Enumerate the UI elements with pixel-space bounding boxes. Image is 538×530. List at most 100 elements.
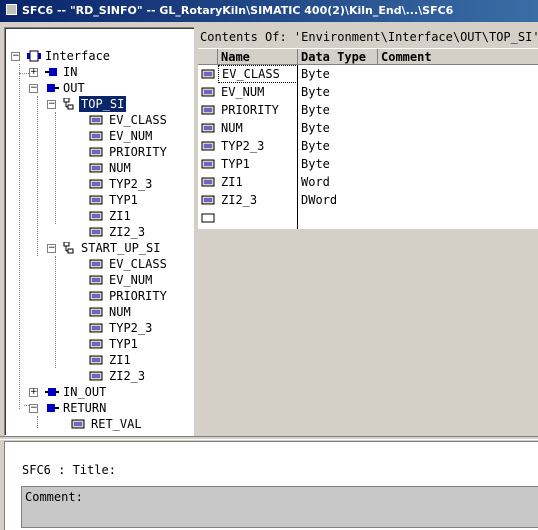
tree-item-label: PRIORITY [109, 145, 167, 159]
expand-icon[interactable]: + [29, 68, 38, 77]
tree-item-label: Interface [45, 49, 111, 63]
contents-path: Contents Of: 'Environment\Interface\OUT\… [200, 30, 538, 44]
struct-icon [63, 98, 74, 110]
variable-icon [89, 291, 103, 301]
tree-item-label: TYP2_3 [109, 321, 153, 335]
cell-data-type[interactable]: DWord [298, 191, 378, 209]
tree-item-label: RET_VAL [91, 417, 142, 431]
collapse-icon[interactable]: − [11, 52, 20, 61]
variable-icon [89, 195, 103, 205]
tree-item-label: TOP_SI [79, 96, 127, 112]
cell-name[interactable]: EV_NUM [218, 83, 298, 101]
tree-connector [55, 112, 56, 224]
collapse-icon[interactable]: − [29, 404, 38, 413]
collapse-icon[interactable]: − [47, 244, 56, 253]
cell-data-type[interactable]: Byte [298, 155, 378, 173]
variable-icon [89, 371, 103, 381]
cell-comment[interactable] [378, 65, 538, 83]
variable-icon [89, 211, 103, 221]
cell-name[interactable]: PRIORITY [218, 101, 298, 119]
expand-icon[interactable]: + [29, 388, 38, 397]
tree-item-label: TYP1 [109, 193, 138, 207]
variable-icon [71, 419, 85, 429]
variable-icon [89, 227, 103, 237]
window-title: SFC6 -- "RD_SINFO" -- GL_RotaryKiln\SIMA… [22, 4, 454, 17]
declaration-table[interactable]: Name Data Type Comment EV_CLASS Byte EV_… [198, 48, 538, 436]
tree-item-label: TYP1 [109, 337, 138, 351]
cell-name[interactable]: TYP1 [218, 155, 298, 173]
block-title[interactable]: SFC6 : Title: [22, 462, 116, 478]
tree-connector [55, 256, 56, 368]
column-header-data-type[interactable]: Data Type [298, 49, 378, 65]
variable-icon [89, 307, 103, 317]
cell-comment[interactable] [378, 173, 538, 191]
comment-label: Comment: [25, 490, 83, 504]
variable-icon [201, 159, 215, 169]
cell-comment[interactable] [378, 137, 538, 155]
row-header-corner [198, 49, 218, 65]
cell-comment[interactable] [378, 83, 538, 101]
interface-icon [27, 50, 41, 62]
variable-icon [89, 131, 103, 141]
cell-data-type[interactable]: Byte [298, 137, 378, 155]
variable-icon [201, 69, 215, 79]
cell-data-type[interactable]: Byte [298, 83, 378, 101]
collapse-icon[interactable]: − [47, 100, 56, 109]
column-header-comment[interactable]: Comment [378, 49, 538, 65]
variable-icon [201, 141, 215, 151]
tree-connector [37, 96, 38, 256]
tree-item-label: PRIORITY [109, 289, 167, 303]
cell-name[interactable]: TYP2_3 [218, 137, 298, 155]
tree-item-label: EV_CLASS [109, 257, 167, 271]
divider [0, 436, 538, 440]
cell-name[interactable]: ZI1 [218, 173, 298, 191]
tree-item-label: ZI1 [109, 353, 131, 367]
cell-comment[interactable] [378, 101, 538, 119]
variable-icon [89, 163, 103, 173]
tree-item-label: EV_NUM [109, 273, 153, 287]
return-parameter-icon [47, 404, 59, 412]
cell-data-type[interactable]: Byte [298, 65, 378, 83]
variable-icon [89, 339, 103, 349]
empty-row-icon [201, 213, 215, 223]
tree-item-label: EV_NUM [109, 129, 153, 143]
window-system-icon[interactable] [6, 4, 17, 15]
tree-item-label: NUM [109, 161, 131, 175]
cell-name[interactable]: EV_CLASS [218, 65, 298, 83]
variable-icon [89, 259, 103, 269]
collapse-icon[interactable]: − [29, 84, 38, 93]
tree-item-label: START_UP_SI [81, 241, 161, 255]
cell-data-type[interactable]: Byte [298, 119, 378, 137]
tree-item-label: ZI2_3 [109, 225, 146, 239]
cell-data-type[interactable]: Word [298, 173, 378, 191]
variable-icon [201, 177, 215, 187]
input-parameter-icon [45, 68, 57, 76]
tree-item-label: NUM [109, 305, 131, 319]
block-info-pane[interactable]: SFC6 : Title: Comment: [4, 441, 538, 530]
struct-icon [63, 242, 74, 254]
cell-comment[interactable] [378, 191, 538, 209]
tree-connector [37, 416, 38, 428]
in-out-parameter-icon [45, 388, 59, 396]
cell-comment[interactable] [378, 119, 538, 137]
variable-icon [201, 105, 215, 115]
variable-icon [89, 355, 103, 365]
variable-icon [89, 115, 103, 125]
interface-tree[interactable]: − Interface + IN − OUT − TOP_SI EV_CLASS… [4, 27, 196, 436]
window-title-bar[interactable]: SFC6 -- "RD_SINFO" -- GL_RotaryKiln\SIMA… [0, 0, 538, 22]
variable-icon [201, 123, 215, 133]
cell-name[interactable]: NUM [218, 119, 298, 137]
cell-comment[interactable] [378, 155, 538, 173]
comment-field[interactable]: Comment: [21, 486, 538, 528]
tree-item-label: ZI2_3 [109, 369, 146, 383]
tree-item-label: ZI1 [109, 209, 131, 223]
tree-item-label: EV_CLASS [109, 113, 167, 127]
output-parameter-icon [47, 84, 59, 92]
variable-icon [201, 195, 215, 205]
tree-item-label: IN_OUT [63, 385, 107, 399]
column-header-name[interactable]: Name [218, 49, 298, 65]
cell-data-type[interactable]: Byte [298, 101, 378, 119]
variable-icon [89, 275, 103, 285]
variable-icon [89, 147, 103, 157]
cell-name[interactable]: ZI2_3 [218, 191, 298, 209]
